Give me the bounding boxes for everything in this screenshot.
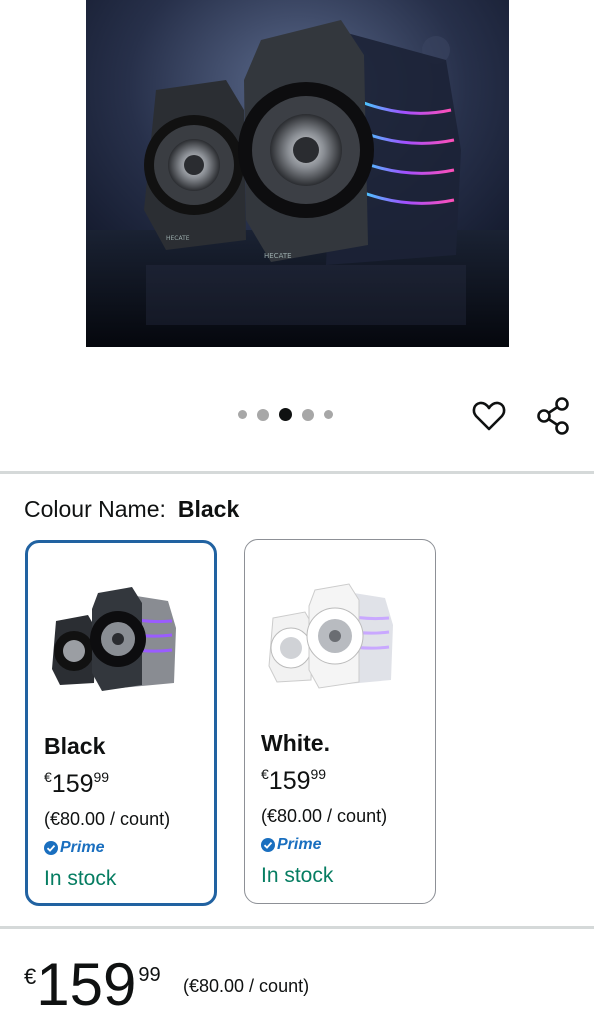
price-fraction: 99 [310, 766, 327, 782]
price-whole: 159 [51, 770, 94, 798]
heart-icon[interactable] [471, 398, 507, 434]
prime-check-icon [261, 838, 275, 852]
variant-name: Black [44, 733, 106, 759]
prime-label: Prime [277, 836, 322, 853]
share-icon[interactable] [534, 396, 572, 436]
section-divider [0, 471, 594, 474]
section-divider [0, 926, 594, 929]
prime-badge: Prime [44, 839, 104, 857]
prime-label: Prime [60, 839, 105, 856]
image-carousel-dots[interactable] [238, 408, 333, 421]
main-price: € 159 99 [24, 952, 161, 1018]
carousel-dot-active[interactable] [279, 408, 292, 421]
price-currency: € [44, 769, 52, 785]
colour-name-label: Colour Name: Black [24, 496, 239, 523]
carousel-dot[interactable] [302, 408, 314, 421]
main-price-fraction: 99 [138, 964, 161, 986]
price-currency: € [261, 766, 269, 782]
speaker-brand-large: HECATE [264, 252, 292, 260]
colour-label-text: Colour Name: [24, 496, 166, 522]
variant-unit-price: (€80.00 / count) [261, 806, 388, 826]
variant-stock-status: In stock [261, 864, 334, 887]
main-price-currency: € [24, 964, 37, 989]
product-image[interactable]: HECATE HECATE [86, 0, 509, 347]
prime-badge: Prime [261, 836, 321, 854]
speaker-brand-small: HECATE [166, 235, 190, 242]
colour-selected-value: Black [177, 496, 240, 522]
carousel-dot[interactable] [324, 410, 333, 419]
carousel-dot[interactable] [238, 410, 247, 419]
variant-card-black[interactable]: Black €15999 (€80.00 / count) Prime In s… [25, 540, 217, 906]
prime-check-icon [44, 841, 58, 855]
price-whole: 159 [268, 767, 311, 795]
carousel-dot[interactable] [257, 408, 269, 421]
main-unit-price: (€80.00 / count) [183, 976, 310, 996]
variant-image-black [52, 587, 176, 691]
price-fraction: 99 [93, 769, 110, 785]
variant-price: €15999 [261, 766, 326, 796]
variant-image-white [268, 583, 393, 689]
main-price-whole: 159 [36, 951, 137, 1018]
variant-stock-status: In stock [44, 867, 117, 890]
variant-unit-price: (€80.00 / count) [44, 809, 171, 829]
variant-price: €15999 [44, 769, 109, 799]
variant-card-white[interactable]: White. €15999 (€80.00 / count) Prime In … [244, 539, 436, 904]
variant-name: White. [261, 730, 330, 756]
